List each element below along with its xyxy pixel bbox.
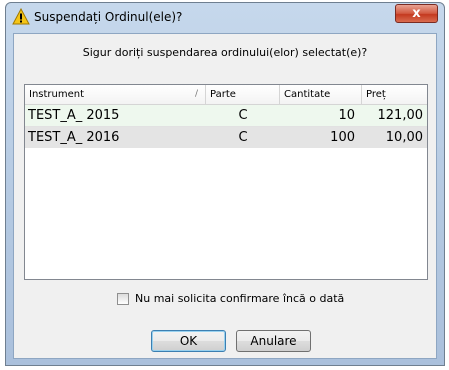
column-header-instrument[interactable]: Instrument [25,85,205,104]
cell-cantitate: 100 [330,130,355,145]
dialog-body: Sigur doriți suspendarea ordinului(elor)… [13,33,437,359]
cell-pret: 10,00 [385,130,423,145]
warning-icon [12,8,30,25]
table-row[interactable]: TEST_A_ 2015 C 10 121,00 [25,105,427,127]
cancel-button[interactable]: Anulare [236,330,311,352]
dont-ask-again-checkbox[interactable] [117,293,129,305]
cell-instrument: TEST_A_ 2015 [28,108,120,123]
cell-cantitate: 10 [338,108,355,123]
column-header-pret[interactable]: Preț [361,85,429,104]
cell-pret: 121,00 [377,108,424,123]
close-button[interactable]: x [395,4,438,23]
cell-instrument: TEST_A_ 2016 [28,130,120,145]
title-bar[interactable]: Suspendați Ordinul(ele)? x [6,3,444,33]
table-row[interactable]: TEST_A_ 2016 C 100 10,00 [25,127,427,148]
sort-indicator-icon: / [195,89,199,99]
orders-table: Instrument / Parte Cantitate Preț TEST_A… [24,84,428,280]
confirmation-question: Sigur doriți suspendarea ordinului(elor)… [82,46,368,59]
column-header-cantitate[interactable]: Cantitate [279,85,361,104]
ok-button[interactable]: OK [151,330,226,352]
cell-parte: C [238,130,248,145]
dont-ask-again-label[interactable]: Nu mai solicita confirmare încă o dată [135,292,344,306]
window-title: Suspendați Ordinul(ele)? [34,10,183,24]
cell-parte: C [238,108,248,123]
column-header-parte[interactable]: Parte [205,85,279,104]
dialog-window: Suspendați Ordinul(ele)? x Sigur doriți … [5,2,445,366]
table-header: Instrument / Parte Cantitate Preț [25,85,427,105]
